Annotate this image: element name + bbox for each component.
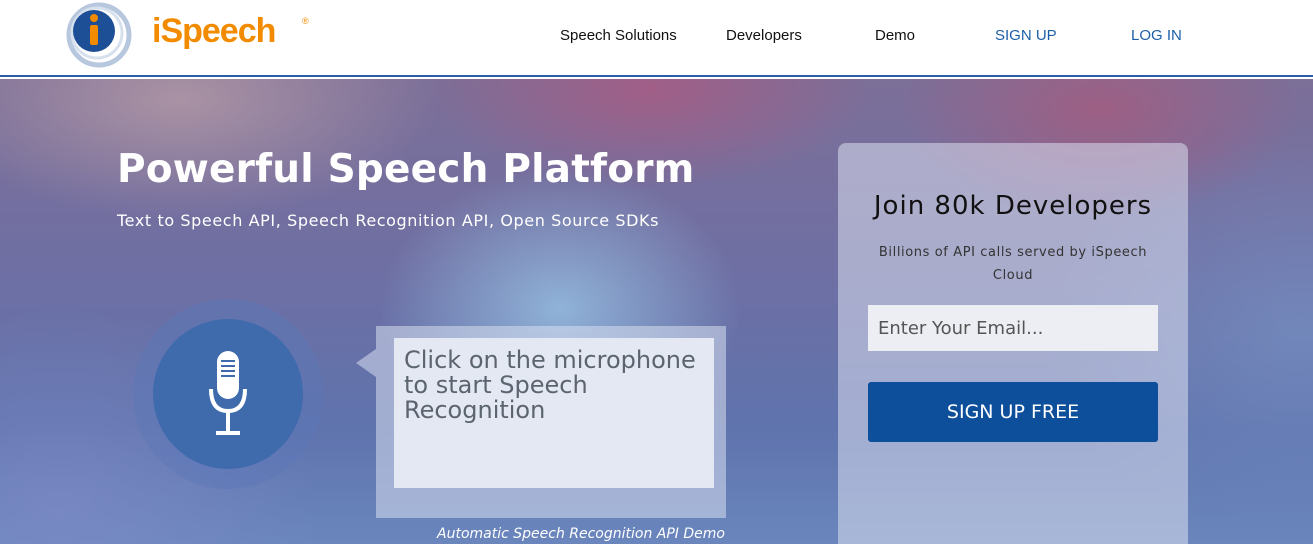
bubble-pointer [356,349,376,377]
demo-caption: Automatic Speech Recognition API Demo [437,526,725,542]
hero-title: Powerful Speech Platform [117,147,695,192]
nav-demo[interactable]: Demo [875,27,915,44]
nav-developers[interactable]: Developers [726,27,802,44]
microphone-button[interactable] [153,319,303,469]
signup-title: Join 80k Developers [873,191,1153,221]
logo-wordmark: iSpeech [152,12,276,50]
hero-subtitle: Text to Speech API, Speech Recognition A… [117,211,660,230]
speech-prompt-bubble: Click on the microphone to start Speech … [356,326,726,518]
nav-log-in[interactable]: LOG IN [1131,27,1182,44]
ispeech-logo-icon [66,2,132,68]
nav-sign-up[interactable]: SIGN UP [995,27,1057,44]
microphone-icon [209,351,247,435]
hero-section: Powerful Speech Platform Text to Speech … [0,79,1313,544]
nav-speech-solutions[interactable]: Speech Solutions [560,27,677,44]
speech-recognition-output: Click on the microphone to start Speech … [394,338,714,488]
email-field[interactable] [868,305,1158,351]
registered-mark: ® [302,16,309,26]
ispeech-logo[interactable]: iSpeech ® [66,2,309,68]
signup-card: Join 80k Developers Billions of API call… [838,143,1188,544]
signup-subtitle: Billions of API calls served by iSpeech … [878,245,1148,283]
sign-up-free-button[interactable]: SIGN UP FREE [868,382,1158,442]
site-header: iSpeech ® Speech Solutions Developers De… [0,0,1313,77]
